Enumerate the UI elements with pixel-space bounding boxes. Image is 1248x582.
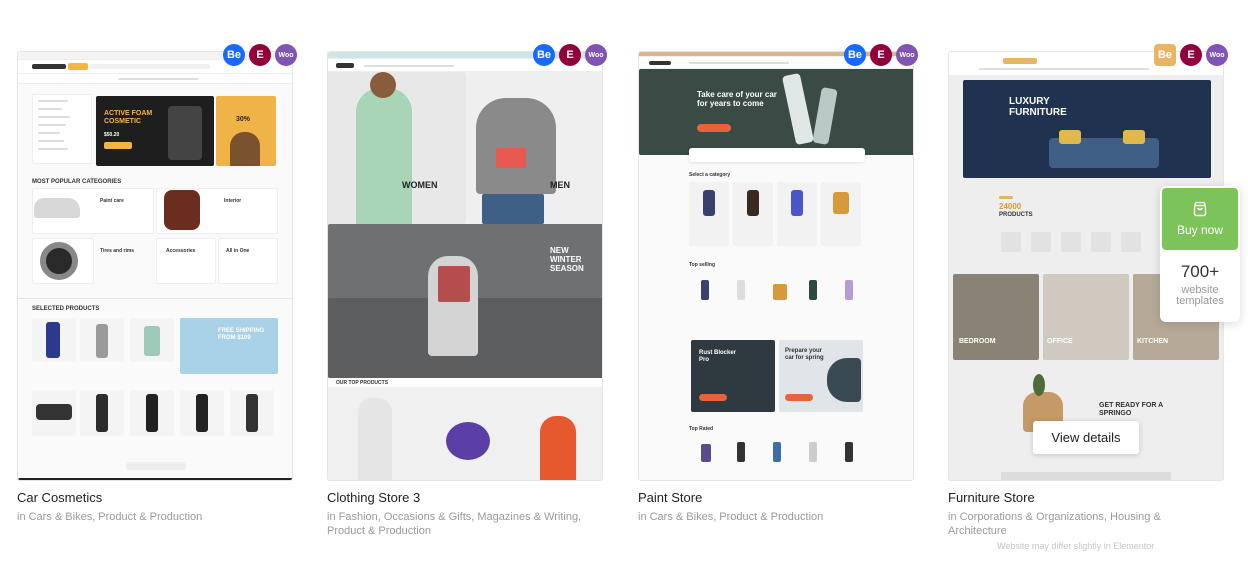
room-office: OFFICE bbox=[1047, 338, 1073, 345]
elementor-icon: E bbox=[249, 44, 271, 66]
elementor-icon: E bbox=[870, 44, 892, 66]
shopping-bag-icon bbox=[1193, 201, 1207, 217]
person-image bbox=[230, 132, 260, 166]
template-categories: in Corporations & Organizations, Housing… bbox=[948, 511, 1161, 537]
platform-badges: Be E Woo bbox=[1154, 44, 1228, 66]
women-label: WOMEN bbox=[402, 180, 438, 190]
room-bedroom: BEDROOM bbox=[959, 338, 996, 345]
season-label: NEW WINTER SEASON bbox=[550, 246, 584, 273]
hero-title: LUXURY FURNITURE bbox=[1009, 96, 1067, 118]
tire-image bbox=[40, 242, 78, 280]
car-image bbox=[34, 198, 80, 218]
cropped-intro-text bbox=[0, 0, 1248, 8]
hero-title: Take care of your car for years to come bbox=[697, 90, 777, 108]
promo-title: GET READY FOR A SPRINGO bbox=[1099, 402, 1163, 417]
woocommerce-icon: Woo bbox=[585, 44, 607, 66]
template-title[interactable]: Car Cosmetics bbox=[17, 490, 293, 505]
man-model-image bbox=[476, 98, 556, 194]
template-preview[interactable]: WOMEN MEN NEW WINTER SEASON OUR TOP PROD… bbox=[327, 51, 603, 481]
platform-badges: Be E Woo bbox=[844, 44, 918, 66]
room-kitchen: KITCHEN bbox=[1137, 338, 1169, 345]
woman-model-image bbox=[356, 88, 412, 224]
template-card-paint-store[interactable]: Take care of your car for years to come … bbox=[638, 51, 914, 524]
woocommerce-icon: Woo bbox=[1206, 44, 1228, 66]
woocommerce-icon: Woo bbox=[896, 44, 918, 66]
promo-title: ACTIVE FOAM COSMETIC bbox=[104, 110, 153, 125]
elementor-icon: E bbox=[1180, 44, 1202, 66]
template-preview[interactable]: Take care of your car for years to come … bbox=[638, 51, 914, 481]
template-categories: in Fashion, Occasions & Gifts, Magazines… bbox=[327, 511, 582, 537]
template-categories: in Cars & Bikes, Product & Production bbox=[17, 511, 203, 523]
disclaimer-text: Website may differ slightly in Elementor bbox=[997, 541, 1155, 551]
template-title[interactable]: Clothing Store 3 bbox=[327, 490, 603, 505]
woocommerce-icon: Woo bbox=[275, 44, 297, 66]
platform-badges: Be E Woo bbox=[533, 44, 607, 66]
template-card-clothing-store-3[interactable]: WOMEN MEN NEW WINTER SEASON OUR TOP PROD… bbox=[327, 51, 603, 538]
template-card-car-cosmetics[interactable]: ACTIVE FOAM COSMETIC $50.20 30% MOST POP… bbox=[17, 51, 293, 524]
buy-now-button[interactable]: Buy now bbox=[1162, 188, 1238, 250]
buy-now-panel: Buy now 700+ website templates bbox=[1160, 186, 1240, 322]
elementor-icon: E bbox=[559, 44, 581, 66]
car-seat-image bbox=[164, 190, 200, 230]
template-preview[interactable]: ACTIVE FOAM COSMETIC $50.20 30% MOST POP… bbox=[17, 51, 293, 481]
buy-now-label: Buy now bbox=[1176, 223, 1224, 237]
behance-icon: Be bbox=[1154, 44, 1176, 66]
view-details-button[interactable]: View details bbox=[1033, 421, 1139, 454]
template-count-label: website templates bbox=[1176, 284, 1224, 307]
product-count: 24000 bbox=[999, 202, 1022, 211]
section-heading: MOST POPULAR CATEGORIES bbox=[32, 179, 122, 185]
template-categories: in Cars & Bikes, Product & Production bbox=[638, 511, 824, 523]
behance-icon: Be bbox=[844, 44, 866, 66]
men-label: MEN bbox=[550, 180, 570, 190]
section-heading: Select a category bbox=[689, 172, 731, 178]
behance-icon: Be bbox=[223, 44, 245, 66]
platform-badges: Be E Woo bbox=[223, 44, 297, 66]
behance-icon: Be bbox=[533, 44, 555, 66]
product-bottle-image bbox=[168, 106, 202, 160]
template-title[interactable]: Paint Store bbox=[638, 490, 914, 505]
section-heading: OUR TOP PRODUCTS bbox=[336, 380, 389, 386]
template-title[interactable]: Furniture Store bbox=[948, 490, 1224, 505]
template-count: 700+ bbox=[1180, 262, 1220, 281]
